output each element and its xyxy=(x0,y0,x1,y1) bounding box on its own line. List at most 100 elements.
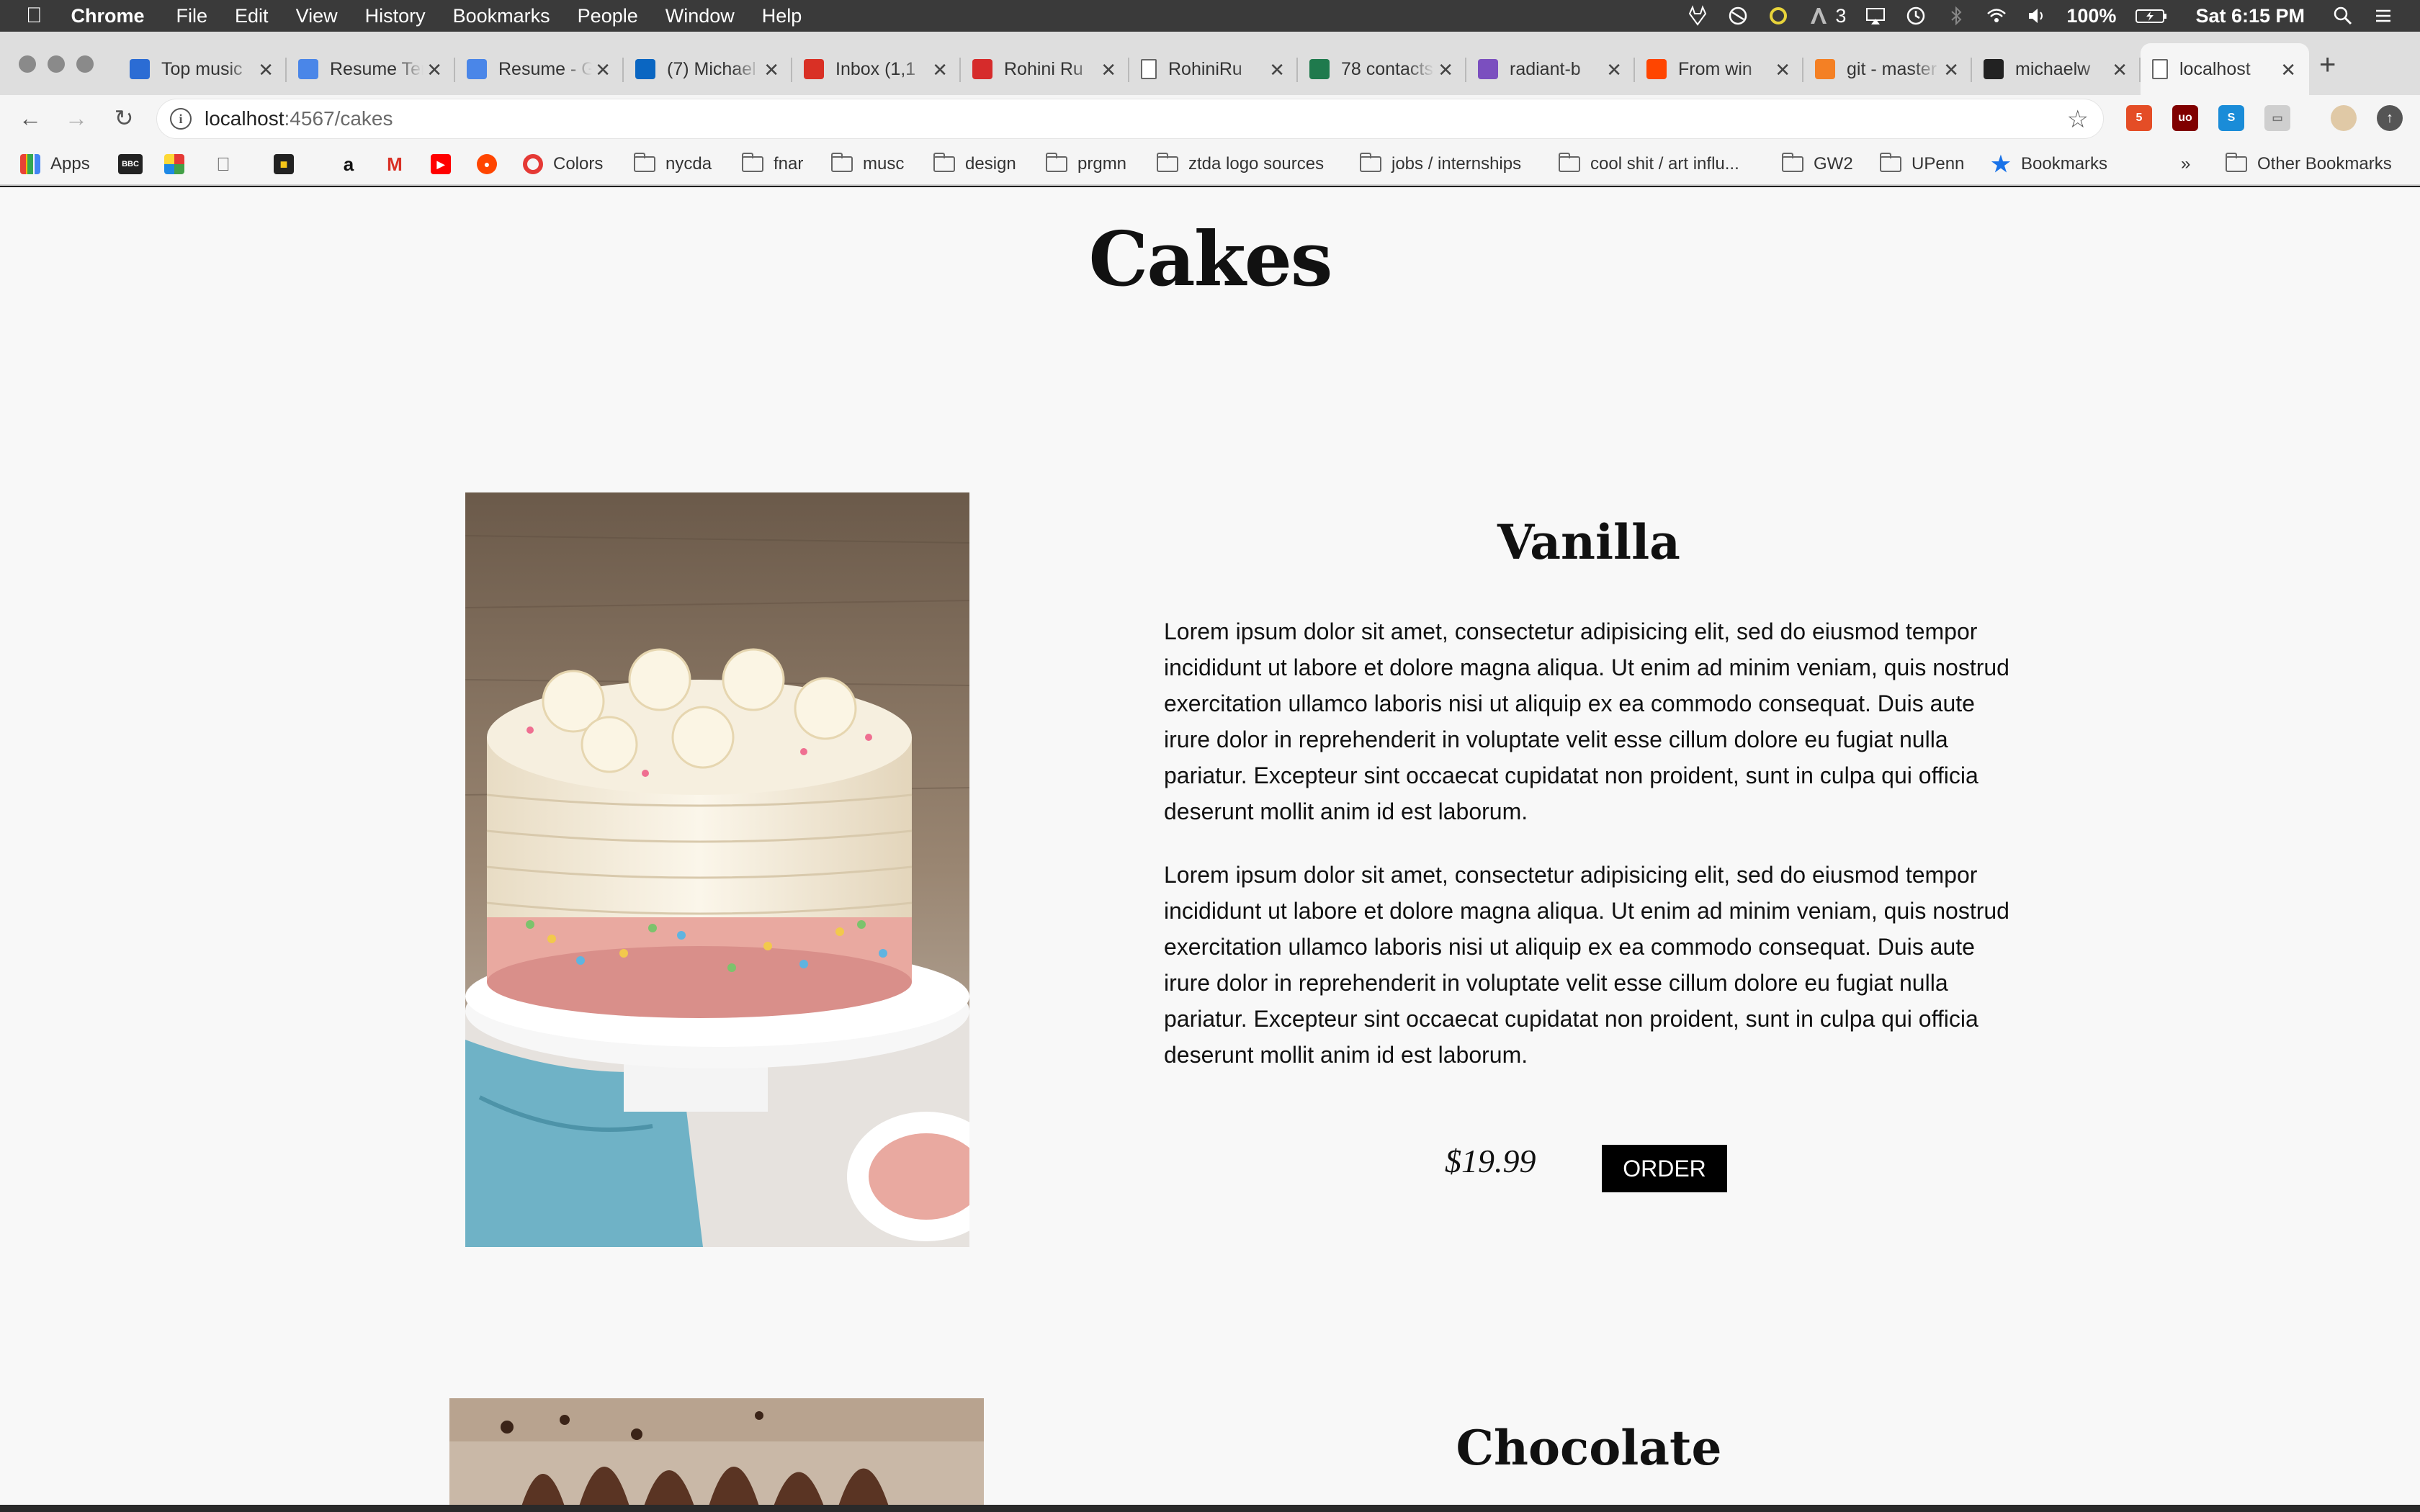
ring-status-icon[interactable] xyxy=(1767,5,1789,27)
bookmark-star-icon[interactable]: ☆ xyxy=(2067,105,2089,134)
folder-icon xyxy=(2226,153,2247,172)
bookmark-apple[interactable]:  xyxy=(213,153,243,176)
bookmark-other[interactable]: Other Bookmarks xyxy=(2226,153,2392,176)
menu-window[interactable]: Window xyxy=(666,5,735,27)
tab-close-icon[interactable]: ✕ xyxy=(1775,59,1791,81)
bookmark-bookmarks[interactable]: ★ Bookmarks xyxy=(1991,153,2108,176)
forward-arrow-icon[interactable]: → xyxy=(60,102,92,134)
menu-app-name[interactable]: Chrome xyxy=(71,5,145,27)
back-arrow-icon[interactable]: ← xyxy=(14,102,46,134)
url-host: localhost xyxy=(205,107,284,130)
address-bar[interactable]: i localhost:4567/cakes ☆ xyxy=(157,99,2103,138)
browser-tab[interactable]: radiant-b ✕ xyxy=(1466,43,1635,95)
tab-list: Top music✕Resume Template✕Resume - Googl… xyxy=(118,43,2309,95)
new-tab-button[interactable]: + xyxy=(2319,49,2336,81)
bookmark-amazon[interactable]: a xyxy=(339,153,369,176)
apple-menu-icon[interactable]:  xyxy=(26,4,42,28)
bookmark-apps[interactable]: Apps xyxy=(20,153,90,176)
tab-close-icon[interactable]: ✕ xyxy=(763,59,779,81)
bookmark-bbc[interactable]: BBC xyxy=(118,153,153,176)
window-zoom-button[interactable] xyxy=(76,55,94,73)
bookmark-folder-5[interactable]: ztda logo sources xyxy=(1157,153,1324,176)
browser-tab[interactable]: RohiniRu ✕ xyxy=(1129,43,1298,95)
tab-close-icon[interactable]: ✕ xyxy=(1606,59,1622,81)
reload-icon[interactable]: ↻ xyxy=(108,102,140,134)
browser-tab[interactable]: Rohini Ru ✕ xyxy=(961,43,1129,95)
menubar-clock[interactable]: Sat 6:15 PM xyxy=(2195,5,2305,27)
bookmark-folder-4[interactable]: prgmn xyxy=(1046,153,1126,176)
update-icon[interactable]: ↑ xyxy=(2377,105,2403,131)
tab-close-icon[interactable]: ✕ xyxy=(1269,59,1285,81)
bookmark-folder-8[interactable]: GW2 xyxy=(1782,153,1853,176)
bookmark-colors[interactable]: Colors xyxy=(523,153,603,176)
bookmark-color-grid[interactable] xyxy=(164,153,194,176)
spotlight-search-icon[interactable] xyxy=(2332,5,2354,27)
tab-close-icon[interactable]: ✕ xyxy=(1943,59,1959,81)
tab-title: 78 contacts xyxy=(1341,58,1433,79)
bookmark-folder-0[interactable]: nycda xyxy=(634,153,712,176)
tab-close-icon[interactable]: ✕ xyxy=(1438,59,1453,81)
menu-list-icon[interactable] xyxy=(2372,5,2394,27)
bookmark-folder-6[interactable]: jobs / internships xyxy=(1360,153,1521,176)
apps-grid-icon xyxy=(20,154,40,174)
profile-avatar[interactable] xyxy=(2331,105,2357,131)
menu-file[interactable]: File xyxy=(176,5,208,27)
window-minimize-button[interactable] xyxy=(48,55,65,73)
battery-icon[interactable] xyxy=(2135,5,2168,27)
volume-icon[interactable] xyxy=(2026,5,2048,27)
order-button[interactable]: ORDER xyxy=(1602,1145,1727,1192)
airplay-icon[interactable] xyxy=(1865,5,1886,27)
bluetooth-icon[interactable] xyxy=(1945,5,1967,27)
bookmarks-overflow-button[interactable]: » xyxy=(2181,153,2190,176)
bookmark-shop[interactable]: ■ xyxy=(274,153,304,176)
wifi-icon[interactable] xyxy=(1986,5,2007,27)
site-info-icon[interactable]: i xyxy=(170,108,192,130)
gitlab-icon[interactable] xyxy=(1687,5,1708,27)
browser-tab[interactable]: Resume - Google✕ xyxy=(455,43,624,95)
browser-tab[interactable]: Resume Template✕ xyxy=(287,43,455,95)
bookmark-gmail[interactable]: M xyxy=(385,153,415,176)
page-title: Cakes xyxy=(1088,215,1333,303)
tab-favicon-icon xyxy=(1646,59,1667,79)
bookmark-youtube[interactable]: ▶ xyxy=(431,153,461,176)
browser-tab[interactable]: Top music ✕ xyxy=(118,43,287,95)
menu-history[interactable]: History xyxy=(365,5,426,27)
browser-tab[interactable]: michaelw ✕ xyxy=(1972,43,2141,95)
browser-tab[interactable]: From win ✕ xyxy=(1635,43,1803,95)
tab-close-icon[interactable]: ✕ xyxy=(2112,59,2128,81)
browser-tab[interactable]: (7) Michael ✕ xyxy=(624,43,792,95)
menu-help[interactable]: Help xyxy=(762,5,802,27)
bookmark-folder-2[interactable]: musc xyxy=(831,153,904,176)
browser-tab[interactable]: localhost ✕ xyxy=(2141,43,2309,95)
adobe-icon[interactable] xyxy=(1808,5,1829,27)
tab-close-icon[interactable]: ✕ xyxy=(2280,59,2296,81)
tab-close-icon[interactable]: ✕ xyxy=(1101,59,1116,81)
ublock-extension-icon[interactable]: uo xyxy=(2172,105,2198,131)
menu-edit[interactable]: Edit xyxy=(235,5,269,27)
tab-favicon-icon xyxy=(1141,59,1157,79)
bookmark-folder-7[interactable]: cool shit / art influ... xyxy=(1559,153,1739,176)
bookmark-folder-3[interactable]: design xyxy=(933,153,1016,176)
menu-view[interactable]: View xyxy=(296,5,338,27)
tab-close-icon[interactable]: ✕ xyxy=(595,59,611,81)
cake-name-vanilla: Vanilla xyxy=(1497,514,1680,570)
menu-people[interactable]: People xyxy=(578,5,638,27)
s-extension-icon[interactable]: S xyxy=(2218,105,2244,131)
tab-favicon-icon xyxy=(972,59,992,79)
browser-tab[interactable]: Inbox (1,1 ✕ xyxy=(792,43,961,95)
do-not-disturb-icon[interactable] xyxy=(1727,5,1749,27)
tab-close-icon[interactable]: ✕ xyxy=(258,59,274,81)
browser-tab[interactable]: 78 contacts ✕ xyxy=(1298,43,1466,95)
html5-extension-icon[interactable]: 5 xyxy=(2126,105,2152,131)
bookmark-folder-1[interactable]: fnar xyxy=(742,153,803,176)
menu-bookmarks[interactable]: Bookmarks xyxy=(453,5,550,27)
browser-tab[interactable]: git - master ✕ xyxy=(1803,43,1972,95)
grey-extension-icon[interactable]: ▭ xyxy=(2264,105,2290,131)
bookmark-reddit[interactable]: ● xyxy=(477,153,507,176)
tab-close-icon[interactable]: ✕ xyxy=(932,59,948,81)
time-machine-icon[interactable] xyxy=(1905,5,1927,27)
tab-title: From win xyxy=(1678,58,1752,79)
bookmark-folder-9[interactable]: UPenn xyxy=(1880,153,1964,176)
tab-close-icon[interactable]: ✕ xyxy=(426,59,442,81)
window-close-button[interactable] xyxy=(19,55,36,73)
